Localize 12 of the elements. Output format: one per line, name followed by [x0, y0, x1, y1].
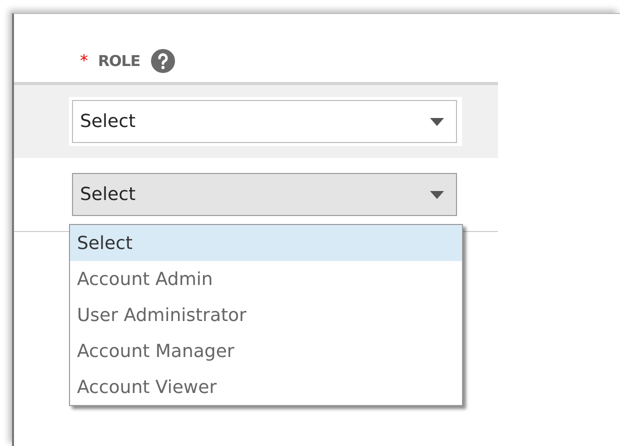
dropdown-option[interactable]: User Administrator — [70, 297, 462, 333]
dropdown-option[interactable]: Account Manager — [70, 333, 462, 369]
role-select[interactable]: Select — [72, 100, 457, 143]
role-select[interactable]: Select — [72, 173, 457, 216]
caret-icon — [430, 118, 444, 126]
dropdown-option[interactable]: Account Viewer — [70, 369, 462, 405]
dropdown-option[interactable]: Select — [70, 225, 462, 261]
dropdown-option[interactable]: Account Admin — [70, 261, 462, 297]
required-asterisk: * — [80, 50, 88, 72]
help-icon[interactable] — [150, 48, 176, 74]
caret-icon — [430, 190, 444, 198]
field-label: ROLE — [98, 50, 140, 72]
